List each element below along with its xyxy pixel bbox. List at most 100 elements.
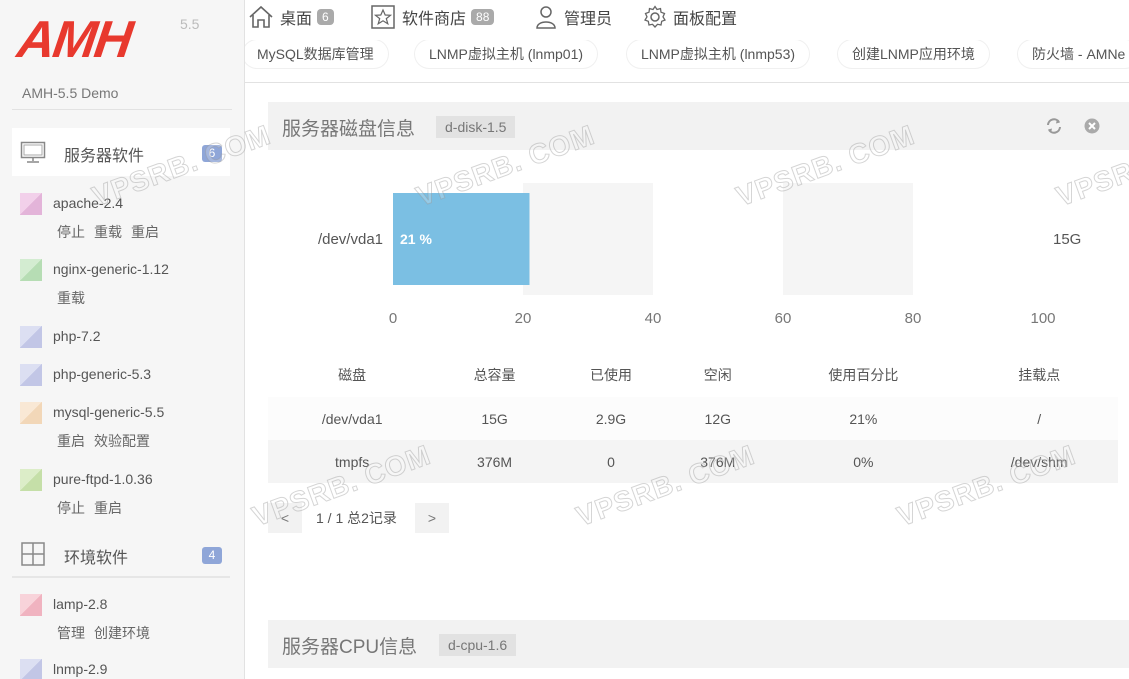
action-stop[interactable]: 停止 [57,224,85,240]
cell-disk: /dev/vda1 [268,397,437,440]
quicklink-lnmp53[interactable]: LNMP虚拟主机 (lnmp53) [627,40,810,68]
header-divider [245,82,1129,83]
action-restart[interactable]: 重启 [57,433,85,449]
cell-percent: 21% [766,397,961,440]
software-actions: 停止 重载 重启 [57,222,168,242]
action-restart[interactable]: 重启 [131,224,159,240]
cell-total: 376M [436,440,553,483]
software-name: nginx-generic-1.12 [53,261,169,277]
pager-prev-button[interactable]: < [268,503,302,533]
category-label: 环境软件 [64,550,129,567]
nav-desktop[interactable]: 桌面 6 [248,4,334,30]
close-icon[interactable] [1083,117,1101,135]
software-color-swatch [20,594,42,616]
nav-label: 软件商店 [402,11,467,28]
demo-title: AMH-5.5 Demo [22,85,119,101]
header-free: 空闲 [669,353,767,397]
header-total: 总容量 [436,353,553,397]
software-name: apache-2.4 [53,195,124,211]
chart-tick-label: 40 [645,310,662,327]
nav-badge: 88 [471,9,495,25]
quicklinks-bar: MySQL数据库管理 LNMP虚拟主机 (lnmp01) LNMP虚拟主机 (l… [245,40,1129,70]
panel-title: 服务器CPU信息 [282,637,418,658]
logo-text: AMH [13,11,135,69]
sidebar-divider [12,109,232,110]
gear-icon [644,5,666,28]
nav-label: 面板配置 [673,11,738,28]
disk-panel-header: 服务器磁盘信息 d-disk-1.5 [268,102,1129,150]
software-name: lamp-2.8 [53,596,108,612]
cell-mount: /dev/shm [960,440,1118,483]
chart-right-label: 15G [1053,231,1081,248]
panel-tag: d-disk-1.5 [436,116,516,138]
chart-tick-label: 20 [515,310,532,327]
software-name: mysql-generic-5.5 [53,404,165,420]
action-reload[interactable]: 重载 [57,290,85,306]
chart-band [523,183,653,295]
cell-free: 12G [669,397,767,440]
refresh-icon[interactable] [1045,117,1063,135]
category-count-badge: 4 [202,547,222,564]
software-color-swatch [20,659,42,679]
action-manage[interactable]: 管理 [57,625,85,641]
software-actions: 管理 创建环境 [57,623,159,643]
action-stop[interactable]: 停止 [57,500,85,516]
panel-tag: d-cpu-1.6 [439,634,517,656]
nav-panel-config[interactable]: 面板配置 [643,4,737,30]
cell-free: 376M [669,440,767,483]
disk-table: 磁盘 总容量 已使用 空闲 使用百分比 挂载点 /dev/vda1 15G 2.… [268,353,1118,483]
action-check-config[interactable]: 效验配置 [94,433,150,449]
software-name: php-7.2 [53,328,101,344]
nav-admin[interactable]: 管理员 [534,4,612,30]
cell-used: 0 [552,440,670,483]
top-nav: 桌面 6 软件商店 88 管理员 面板配置 [245,0,1129,36]
cell-used: 2.9G [552,397,670,440]
quicklink-firewall[interactable]: 防火墙 - AMNe [1018,40,1129,68]
logo-version: 5.5 [180,16,200,32]
quicklink-mysql[interactable]: MySQL数据库管理 [245,40,388,68]
cell-total: 15G [436,397,553,440]
star-box-icon [371,5,395,29]
sidebar: AMH 5.5 AMH-5.5 Demo 服务器软件 6 apache-2.4 … [0,0,245,679]
table-header-row: 磁盘 总容量 已使用 空闲 使用百分比 挂载点 [268,353,1118,397]
table-row: /dev/vda1 15G 2.9G 12G 21% / [268,397,1118,440]
action-create-env[interactable]: 创建环境 [94,625,150,641]
action-reload[interactable]: 重载 [94,224,122,240]
quicklink-create-lnmp[interactable]: 创建LNMP应用环境 [838,40,989,68]
chart-band [783,183,913,295]
pager-next-button[interactable]: > [415,503,449,533]
chart-tick-label: 0 [389,310,397,327]
software-color-swatch [20,193,42,215]
software-color-swatch [20,469,42,491]
quicklink-lnmp01[interactable]: LNMP虚拟主机 (lnmp01) [415,40,598,68]
table-row: tmpfs 376M 0 376M 0% /dev/shm [268,440,1118,483]
chart-tick-label: 80 [905,310,922,327]
nav-label: 管理员 [564,11,613,28]
cell-mount: / [960,397,1118,440]
software-name: php-generic-5.3 [53,366,152,382]
nav-software-store[interactable]: 软件商店 88 [370,4,495,30]
category-env-software[interactable]: 环境软件 4 [12,530,230,578]
chart-category-label: /dev/vda1 [318,231,383,248]
chart-tick-label: 60 [775,310,792,327]
software-color-swatch [20,402,42,424]
header-mount: 挂载点 [960,353,1118,397]
cpu-panel-header: 服务器CPU信息 d-cpu-1.6 [268,620,1129,668]
software-color-swatch [20,259,42,281]
chart-tick-label: 100 [1030,310,1055,327]
software-color-swatch [20,326,42,348]
nav-label: 桌面 [280,11,313,28]
software-color-swatch [20,364,42,386]
cell-disk: tmpfs [268,440,437,483]
category-count-badge: 6 [202,145,222,162]
category-server-software[interactable]: 服务器软件 6 [12,128,230,176]
category-label: 服务器软件 [64,148,145,165]
cell-percent: 0% [766,440,961,483]
action-restart[interactable]: 重启 [94,500,122,516]
monitor-icon [20,141,46,163]
amh-logo[interactable]: AMH 5.5 [14,10,218,70]
header-used: 已使用 [552,353,670,397]
pager-info: 1 / 1 总2记录 [316,510,397,526]
panel-title: 服务器磁盘信息 [282,119,416,140]
software-actions: 重启 效验配置 [57,431,159,451]
